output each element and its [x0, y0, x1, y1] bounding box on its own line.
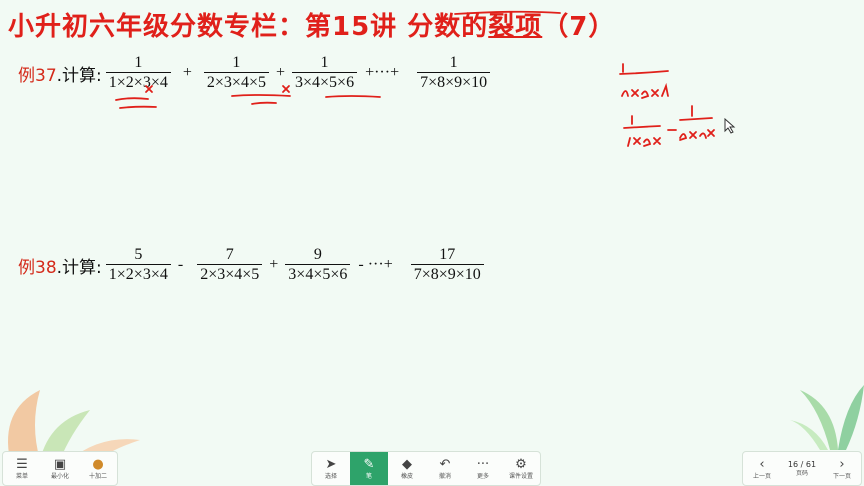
- next-page-button[interactable]: › 下一页: [823, 452, 861, 485]
- menu-button[interactable]: ☰ 菜单: [3, 452, 41, 485]
- fraction: 1 1×2×3×4: [105, 54, 171, 92]
- eraser-icon: ◆: [402, 456, 412, 472]
- fraction: 7 2×3×4×5: [197, 246, 263, 284]
- minimize-icon: ▣: [53, 456, 67, 472]
- prev-page-button[interactable]: ‹ 上一页: [743, 452, 781, 485]
- example-37: 例37.计算: 1 1×2×3×4 + 1 2×3×4×5 + 1 3×4×5×6 +…: [18, 54, 494, 92]
- fraction: 9 3×4×5×6: [285, 246, 351, 284]
- more-button[interactable]: ··· 更多: [464, 452, 502, 485]
- fraction: 1 3×4×5×6: [292, 54, 358, 92]
- toolbar-left-group: ☰ 菜单 ▣ 最小化 ● 十加二: [2, 451, 118, 486]
- ink-fraction-bar: [619, 70, 669, 75]
- leaf-decoration: [8, 390, 140, 460]
- operator: +: [182, 64, 192, 81]
- ink-denominator: [679, 129, 715, 141]
- operator: +···+: [365, 64, 400, 81]
- ink-fraction-bar: [679, 117, 713, 121]
- underline-stroke: [231, 94, 291, 97]
- settings-button[interactable]: ⚙ 课件设置: [502, 452, 540, 485]
- fraction: 1 2×3×4×5: [203, 54, 269, 92]
- operator: - ···+: [358, 256, 393, 273]
- pen-tool-button[interactable]: ✎ 笔: [350, 452, 388, 485]
- ink-denominator: [627, 137, 661, 147]
- example-label: 例37.计算:: [18, 65, 102, 86]
- ink-denominator: [621, 82, 669, 99]
- fraction: 17 7×8×9×10: [410, 246, 484, 284]
- more-icon: ···: [476, 456, 490, 472]
- pen-icon: ✎: [363, 456, 375, 472]
- ink-fraction-bar: [623, 125, 661, 129]
- menu-icon: ☰: [16, 456, 28, 472]
- eraser-tool-button[interactable]: ◆ 橡皮: [388, 452, 426, 485]
- underline-stroke: [119, 105, 157, 109]
- fraction: 5 1×2×3×4: [105, 246, 171, 284]
- chevron-left-icon: ‹: [759, 456, 765, 472]
- minimize-button[interactable]: ▣ 最小化: [41, 452, 79, 485]
- select-icon: ➤: [325, 456, 337, 472]
- example-38: 例38.计算: 5 1×2×3×4 - 7 2×3×4×5 + 9 3×4×5×6 -…: [18, 246, 488, 284]
- toolbar-center-group: ➤ 选择 ✎ 笔 ◆ 橡皮 ↶ 撤消 ··· 更多 ⚙ 课件设置: [311, 451, 541, 486]
- avatar-icon: ●: [92, 456, 104, 472]
- pager-group: ‹ 上一页 16 / 61 页码 › 下一页: [742, 451, 862, 486]
- example-label: 例38.计算:: [18, 257, 102, 278]
- undo-icon: ↶: [439, 456, 451, 472]
- chevron-right-icon: ›: [839, 456, 845, 472]
- underline-stroke: [115, 97, 149, 101]
- select-tool-button[interactable]: ➤ 选择: [312, 452, 350, 485]
- underline-stroke: [325, 95, 381, 98]
- mouse-cursor-icon: [724, 118, 736, 134]
- operator: -: [177, 256, 184, 273]
- fraction: 1 7×8×9×10: [417, 54, 491, 92]
- plant-decoration: [790, 385, 864, 450]
- avatar-button[interactable]: ● 十加二: [79, 452, 117, 485]
- gear-icon: ⚙: [515, 456, 527, 472]
- operator: +: [269, 256, 279, 273]
- underline-stroke: [251, 101, 277, 105]
- undo-button[interactable]: ↶ 撤消: [426, 452, 464, 485]
- page-indicator[interactable]: 16 / 61 页码: [781, 452, 823, 485]
- operator: +: [275, 64, 285, 81]
- page-title: 小升初六年级分数专栏：第15讲 分数的裂项（7）: [8, 12, 616, 42]
